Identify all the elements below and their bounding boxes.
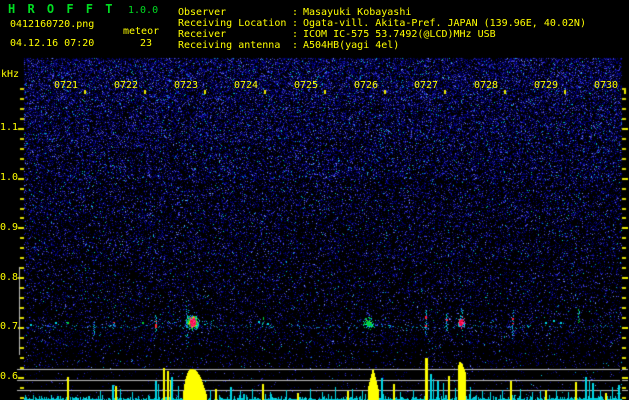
khz-axis-label: kHz <box>1 69 20 80</box>
spectrogram-canvas <box>0 0 629 400</box>
hrofft-screenshot: H R O F F T 1.0.0 0412160720.png meteor … <box>0 0 629 400</box>
header-field-colon: : <box>292 18 299 29</box>
header-field-row: Receiving Location: Ogata-vill. Akita-Pre… <box>0 18 629 29</box>
header-field-label: Observer <box>178 7 227 18</box>
header-field-row: Receiver: ICOM IC-575 53.7492(@LCD)MHz US… <box>0 29 629 40</box>
header-field-row: Receiving antenna: A504HB(yagi 4el) <box>0 40 629 51</box>
header-field-label: Receiving antenna <box>178 40 281 51</box>
header-field-row: Observer: Masayuki Kobayashi <box>0 7 629 18</box>
header-info-block: Observer: Masayuki Kobayashi Receiving Loc… <box>0 0 629 55</box>
header-field-label: Receiving Location <box>178 18 287 29</box>
header-field-value: ICOM IC-575 53.7492(@LCD)MHz USB <box>303 29 496 40</box>
header-field-colon: : <box>292 40 299 51</box>
header-field-colon: : <box>292 7 299 18</box>
header-field-value: Ogata-vill. Akita-Pref. JAPAN (139.96E, … <box>303 18 586 29</box>
header-field-label: Receiver <box>178 29 227 40</box>
header-field-colon: : <box>292 29 299 40</box>
header-field-value: A504HB(yagi 4el) <box>303 40 400 51</box>
header-field-value: Masayuki Kobayashi <box>303 7 412 18</box>
